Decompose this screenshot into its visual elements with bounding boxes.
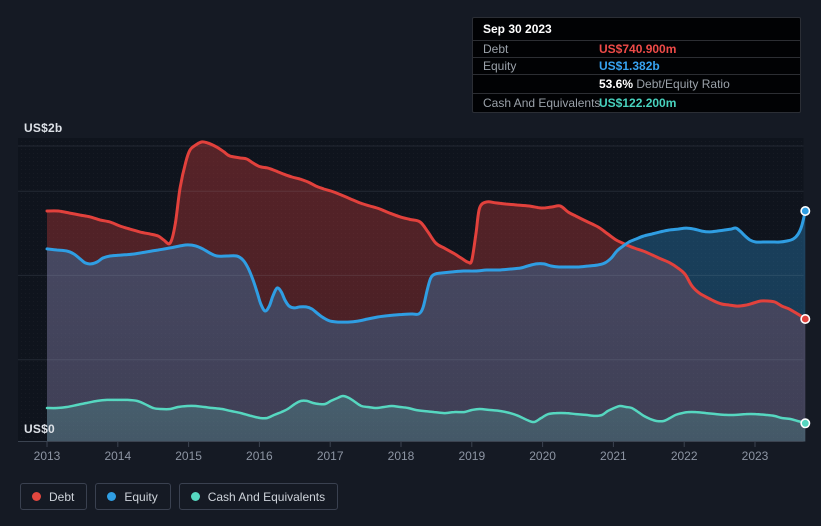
tooltip-equity-value: US$1.382b bbox=[599, 59, 660, 73]
tooltip-date: Sep 30 2023 bbox=[483, 22, 552, 36]
x-axis-label-2019: 2019 bbox=[458, 449, 486, 463]
x-axis-label-2020: 2020 bbox=[529, 449, 556, 463]
x-axis-label-2018: 2018 bbox=[387, 449, 415, 463]
chart-tooltip: Sep 30 2023 Debt US$740.900m Equity US$1… bbox=[472, 17, 801, 113]
x-axis-label-2017: 2017 bbox=[316, 449, 344, 463]
tooltip-cash-value: US$122.200m bbox=[599, 96, 677, 110]
legend-cash-label: Cash And Equivalents bbox=[207, 489, 326, 504]
tooltip-ratio: 53.6% Debt/Equity Ratio bbox=[599, 75, 730, 94]
debt-equity-history-chart: US$2b US$0 2013 2014 2015 2016 2017 2018 2019 2… bbox=[0, 0, 821, 526]
tooltip-debt-value: US$740.900m bbox=[599, 42, 677, 56]
tooltip-equity-label: Equity bbox=[483, 59, 517, 73]
tooltip-ratio-value: 53.6% bbox=[599, 77, 634, 91]
tooltip-row-ratio: 53.6% Debt/Equity Ratio bbox=[473, 74, 800, 93]
legend-debt-label: Debt bbox=[49, 489, 75, 504]
cash-legend-dot bbox=[190, 492, 200, 501]
legend-equity-label: Equity bbox=[124, 489, 158, 504]
legend-item-equity[interactable]: Equity bbox=[95, 483, 171, 510]
x-axis-label-2015: 2015 bbox=[175, 449, 202, 463]
legend-item-cash[interactable]: Cash And Equivalents bbox=[178, 483, 339, 510]
x-axis-label-2014: 2014 bbox=[104, 449, 132, 463]
tooltip-row-cash: Cash And Equivalents US$122.200m bbox=[473, 93, 800, 112]
debt-legend-dot bbox=[32, 492, 41, 501]
legend-item-debt[interactable]: Debt bbox=[20, 483, 88, 510]
tooltip-cash-label: Cash And Equivalents bbox=[483, 96, 601, 110]
x-axis-label-2022: 2022 bbox=[670, 449, 698, 463]
tooltip-row-debt: Debt US$740.900m bbox=[473, 40, 800, 57]
tooltip-ratio-label: Debt/Equity Ratio bbox=[633, 77, 730, 91]
x-axis-label-2016: 2016 bbox=[246, 449, 273, 463]
x-axis-label-2023: 2023 bbox=[741, 449, 769, 463]
equity-legend-dot bbox=[107, 492, 117, 501]
y-axis-max-label: US$2b bbox=[24, 121, 63, 135]
tooltip-row-equity: Equity US$1.382b bbox=[473, 57, 800, 74]
chart-legend: Debt Equity Cash And Equivalents bbox=[20, 483, 339, 510]
y-axis-zero-label: US$0 bbox=[24, 422, 55, 436]
x-axis-label-2021: 2021 bbox=[600, 449, 627, 463]
tooltip-debt-label: Debt bbox=[483, 42, 509, 56]
x-axis-label-2013: 2013 bbox=[33, 449, 61, 463]
